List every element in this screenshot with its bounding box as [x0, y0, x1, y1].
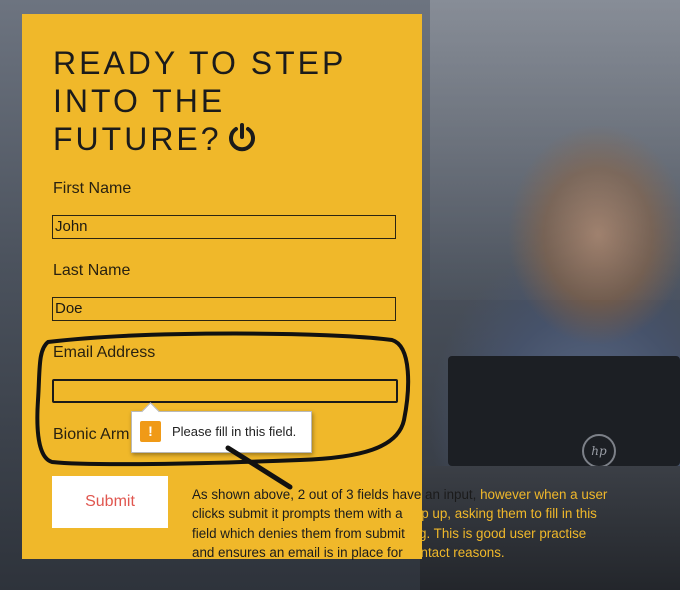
annotation-line2-light: pop up, asking them to fill in this: [402, 506, 597, 522]
last-name-label: Last Name: [53, 262, 131, 279]
bionic-arm-label: Bionic Arm: [53, 426, 130, 443]
background-window: [430, 0, 680, 300]
annotation-line4-light: contact reasons.: [402, 544, 505, 560]
power-icon: [228, 123, 255, 152]
annotation-line2-dark: clicks submit it prompts them with a: [192, 506, 403, 522]
annotation-line1-light: however when a user: [476, 487, 608, 502]
form-heading: READY TO STEP INTO THE FUTURE?: [53, 44, 383, 158]
annotation-line4-dark: and ensures an email is in place for: [192, 544, 403, 560]
annotation-line3-dark: field which denies them from submit: [192, 525, 405, 541]
annotation-line3-light: ting. This is good user practise: [404, 525, 587, 541]
submit-button[interactable]: Submit: [52, 476, 168, 528]
tooltip-message: Please fill in this field.: [172, 424, 297, 439]
form-heading-text: READY TO STEP INTO THE FUTURE?: [53, 45, 346, 157]
annotation-line1-dark: As shown above, 2 out of 3 fields have a…: [192, 487, 477, 502]
first-name-label: First Name: [53, 180, 132, 197]
laptop-logo-icon: hp: [582, 434, 616, 468]
first-name-input[interactable]: John: [52, 215, 396, 239]
annotation-text: As shown above, 2 out of 3 fields have a…: [192, 485, 662, 562]
email-input[interactable]: [52, 379, 398, 403]
last-name-input[interactable]: Doe: [52, 297, 396, 321]
warning-icon: !: [140, 421, 161, 442]
background-laptop: [448, 356, 680, 466]
email-label: Email Address: [53, 344, 156, 361]
validation-tooltip: ! Please fill in this field.: [131, 402, 312, 453]
